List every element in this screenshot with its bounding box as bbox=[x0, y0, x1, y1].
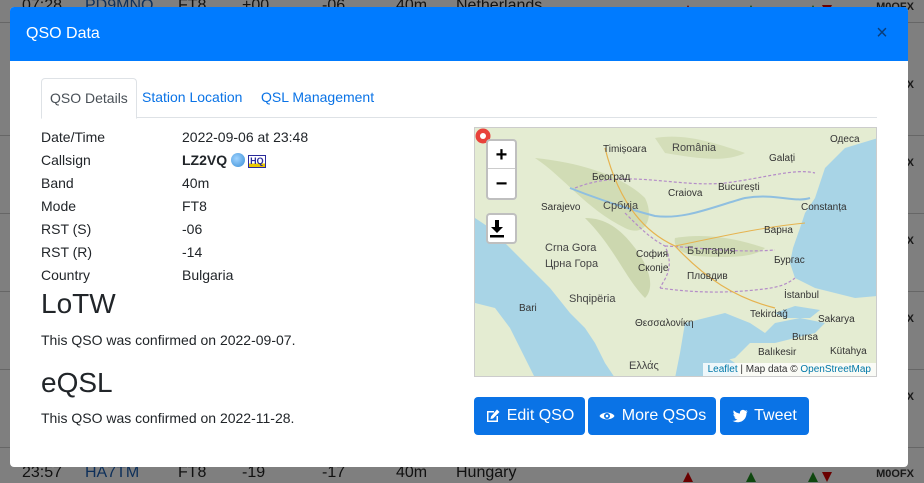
map-label-balikesir: Balıkesir bbox=[758, 347, 797, 358]
map-label-galati: Galați bbox=[769, 153, 796, 164]
map-label-istanbul: İstanbul bbox=[784, 290, 820, 301]
detail-label: Mode bbox=[41, 198, 77, 214]
map-label-crna-gora-cyr: Црна Гора bbox=[545, 258, 599, 270]
map-label-tekirdag: Tekirdağ bbox=[750, 309, 788, 320]
globe-icon[interactable] bbox=[231, 153, 246, 167]
map-label-sarajevo: Sarajevo bbox=[541, 202, 581, 213]
close-icon[interactable]: × bbox=[872, 23, 892, 43]
detail-label: Callsign bbox=[41, 152, 91, 168]
map-label-romania: România bbox=[672, 142, 717, 154]
tweet-label: Tweet bbox=[754, 407, 797, 424]
map-label-thessaloniki: Θεσσαλονίκη bbox=[635, 318, 694, 329]
tab-bar: QSO Details Station Location QSL Managem… bbox=[41, 78, 877, 119]
zoom-in-button[interactable]: + bbox=[488, 141, 515, 169]
map-label-craiova: Craiova bbox=[668, 188, 703, 199]
openstreetmap-link[interactable]: OpenStreetMap bbox=[800, 364, 871, 375]
modal-title: QSO Data bbox=[26, 25, 100, 42]
qso-data-modal: QSO Data × QSO Details Station Location … bbox=[10, 7, 908, 467]
edit-icon bbox=[486, 409, 500, 422]
zoom-out-button[interactable]: − bbox=[488, 170, 515, 198]
tab-qsl-management[interactable]: QSL Management bbox=[253, 78, 382, 118]
map-label-plovdiv: Пловдив bbox=[687, 271, 728, 282]
map-label-srbija: Србија bbox=[603, 200, 639, 212]
detail-label: Country bbox=[41, 267, 91, 283]
lotw-confirmation-text: This QSO was confirmed on 2022-09-07. bbox=[41, 332, 296, 348]
detail-value: -14 bbox=[182, 244, 203, 260]
map-label-timisoara: Timișoara bbox=[603, 144, 647, 155]
detail-value: 2022-09-06 at 23:48 bbox=[182, 129, 309, 145]
map-label-beograd: Београд bbox=[592, 172, 631, 183]
edit-qso-button[interactable]: Edit QSO bbox=[474, 397, 585, 435]
map-label-crna-gora: Crna Gora bbox=[545, 242, 597, 254]
detail-label: RST (S) bbox=[41, 221, 92, 237]
download-map-button[interactable] bbox=[486, 213, 517, 244]
map-label-bulgaria: България bbox=[687, 245, 736, 257]
detail-row-band: Band 40m bbox=[41, 173, 461, 196]
detail-row-mode: Mode FT8 bbox=[41, 196, 461, 219]
detail-label: Date/Time bbox=[41, 129, 106, 145]
callsign-value: LZ2VQ bbox=[182, 152, 228, 168]
lotw-heading: LoTW bbox=[41, 288, 116, 319]
eqsl-confirmation-text: This QSO was confirmed on 2022-11-28. bbox=[41, 410, 295, 426]
tweet-button[interactable]: Tweet bbox=[720, 397, 809, 435]
detail-value: Bulgaria bbox=[182, 267, 234, 283]
callsign-value-group: LZ2VQ HQ bbox=[182, 152, 266, 168]
map-label-shqiperia: Shqipëria bbox=[569, 293, 616, 305]
detail-value: -06 bbox=[182, 221, 203, 237]
map-attribution: Leaflet | Map data © OpenStreetMap bbox=[702, 363, 876, 376]
map-label-varna: Варна bbox=[764, 225, 793, 236]
leaflet-link[interactable]: Leaflet bbox=[708, 364, 738, 375]
detail-row-callsign: Callsign LZ2VQ HQ bbox=[41, 150, 461, 173]
download-icon bbox=[490, 220, 504, 238]
zoom-control: + − bbox=[486, 139, 517, 200]
modal-header: QSO Data bbox=[10, 7, 908, 61]
tab-station-location[interactable]: Station Location bbox=[134, 78, 250, 118]
map-label-constanta: Constanța bbox=[801, 202, 847, 213]
detail-value: FT8 bbox=[182, 198, 207, 214]
detail-label: Band bbox=[41, 175, 74, 191]
edit-qso-label: Edit QSO bbox=[506, 407, 575, 424]
detail-row-datetime: Date/Time 2022-09-06 at 23:48 bbox=[41, 127, 461, 150]
more-qsos-button[interactable]: More QSOs bbox=[588, 397, 716, 435]
eqsl-heading: eQSL bbox=[41, 367, 113, 398]
map-label-bucuresti: București bbox=[718, 182, 760, 193]
map-label-sakarya: Sakarya bbox=[818, 314, 855, 325]
twitter-icon bbox=[732, 409, 748, 423]
detail-label: RST (R) bbox=[41, 244, 93, 260]
more-qsos-label: More QSOs bbox=[621, 407, 707, 424]
hamqth-icon[interactable]: HQ bbox=[248, 155, 266, 168]
map-label-bari: Bari bbox=[519, 303, 537, 314]
attribution-text: | Map data © bbox=[737, 364, 801, 375]
detail-row-rst-sent: RST (S) -06 bbox=[41, 219, 461, 242]
map-label-kutahya: Kütahya bbox=[830, 346, 867, 357]
detail-value: 40m bbox=[182, 175, 210, 191]
map-label-bursa: Bursa bbox=[792, 332, 819, 343]
map-label-odesa: Одеса bbox=[830, 134, 860, 145]
map-label-sofia: София bbox=[636, 249, 669, 260]
map-label-ellas: Ελλάς bbox=[629, 360, 659, 372]
tab-qso-details[interactable]: QSO Details bbox=[41, 78, 137, 119]
detail-row-country: Country Bulgaria bbox=[41, 265, 461, 288]
detail-row-rst-rcvd: RST (R) -14 bbox=[41, 242, 461, 265]
eye-icon bbox=[599, 412, 615, 420]
map-label-burgas: Бургас bbox=[774, 255, 805, 266]
station-map[interactable]: Одеса România Timișoara Galați Београд C… bbox=[474, 127, 877, 377]
map-label-skopje: Скопје bbox=[638, 263, 669, 274]
